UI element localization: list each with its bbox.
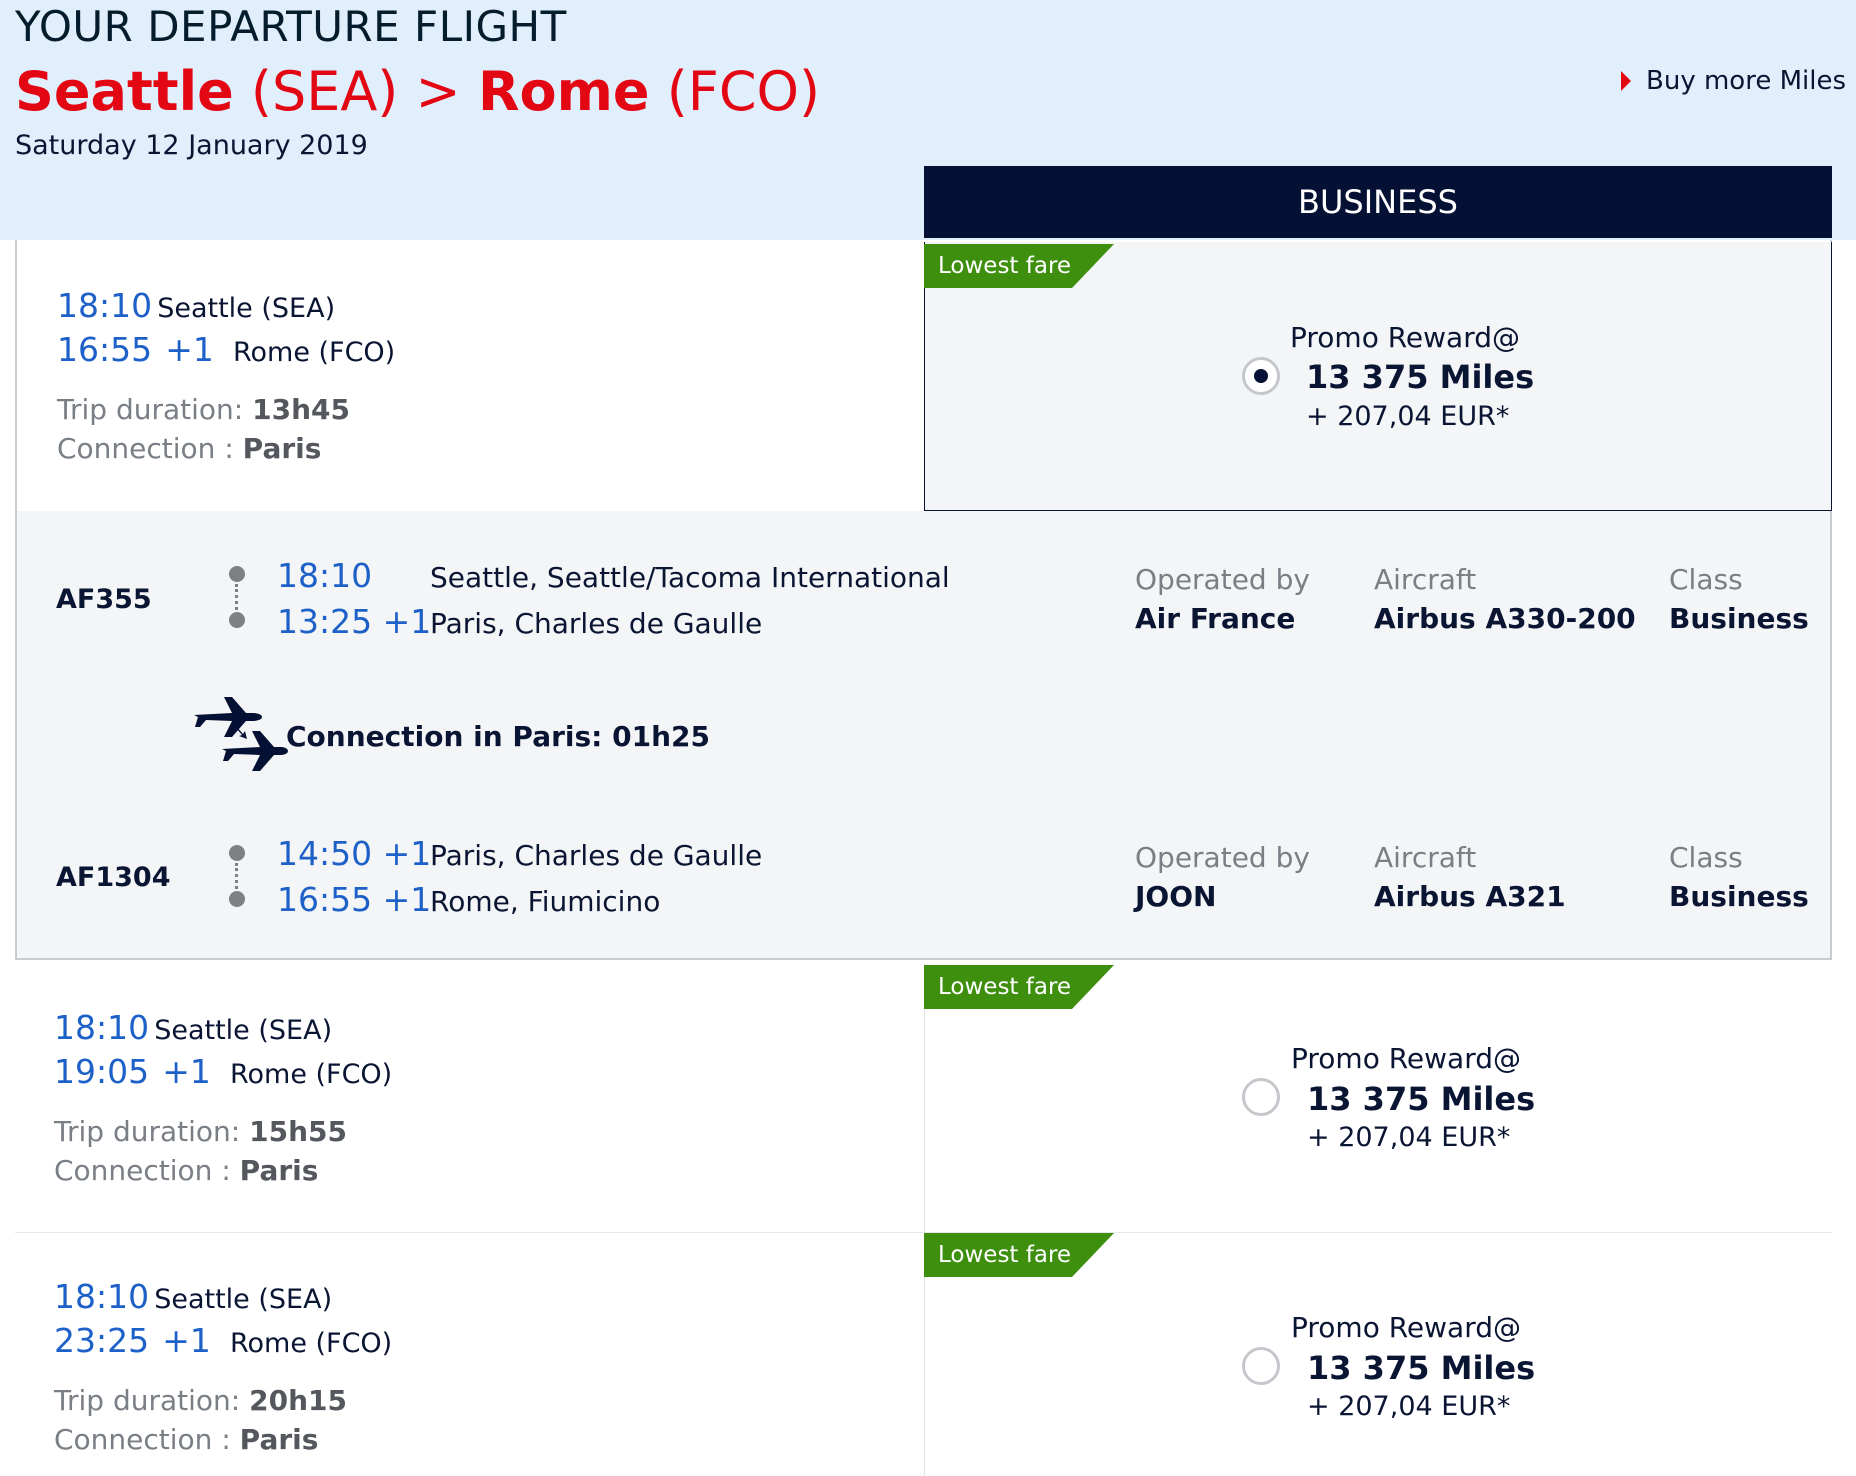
fare-miles: 13 375 Miles <box>1306 358 1535 396</box>
summary-departure: 18:10 Seattle (SEA) <box>57 286 335 325</box>
arrival-dot <box>229 612 245 628</box>
buy-more-miles-label: Buy more Miles <box>1646 66 1847 96</box>
lowest-fare-badge: Lowest fare <box>924 965 1114 1009</box>
flight-number: AF355 <box>56 584 152 615</box>
class-label: Class <box>1669 563 1743 596</box>
arr-offset: +1 <box>162 1321 211 1360</box>
departure-dot <box>229 845 245 861</box>
trip-duration: Trip duration: 20h15 <box>54 1384 347 1417</box>
operated-by-value: Air France <box>1135 602 1296 635</box>
fare-price: + 207,04 EUR* <box>1307 1122 1511 1153</box>
fare-radio-2[interactable] <box>1242 1078 1280 1116</box>
segment-line <box>235 584 238 610</box>
trip-duration-value: 13h45 <box>252 393 350 426</box>
arrival-dot <box>229 891 245 907</box>
dep-time: 18:10 <box>54 1008 150 1047</box>
summary-arrival: 23:25 +1 Rome (FCO) <box>54 1321 392 1360</box>
dep-city: Seattle (SEA) <box>154 1015 333 1046</box>
connection-city: Paris <box>239 1423 319 1456</box>
departure-dot <box>229 566 245 582</box>
connection-summary: Connection : Paris <box>54 1423 319 1456</box>
summary-departure: 18:10 Seattle (SEA) <box>54 1277 332 1316</box>
fare-price: + 207,04 EUR* <box>1306 401 1510 432</box>
origin-city: Seattle <box>15 60 234 123</box>
fare-miles: 13 375 Miles <box>1307 1080 1536 1118</box>
fare-name: Promo Reward@ <box>1290 321 1521 354</box>
arr-city: Rome (FCO) <box>232 337 396 368</box>
fare-miles: 13 375 Miles <box>1307 1349 1536 1387</box>
segment-arr-place: Rome, Fiumicino <box>430 885 661 918</box>
dep-time: 18:10 <box>57 286 153 325</box>
class-label: Class <box>1669 841 1743 874</box>
segment-dep-time: 14:50 +1 <box>277 834 432 873</box>
segment-line <box>235 863 238 889</box>
trip-duration-value: 20h15 <box>249 1384 347 1417</box>
aircraft-label: Aircraft <box>1374 563 1477 596</box>
arr-offset: +1 <box>165 330 214 369</box>
trip-duration: Trip duration: 15h55 <box>54 1115 347 1148</box>
segment-arr-time: 16:55 +1 <box>277 880 432 919</box>
origin-code: (SEA) <box>250 60 399 123</box>
aircraft-value: Airbus A321 <box>1374 880 1566 913</box>
arr-city: Rome (FCO) <box>229 1059 393 1090</box>
class-value: Business <box>1669 602 1809 635</box>
fare-name: Promo Reward@ <box>1291 1042 1522 1075</box>
arr-time: 16:55 <box>57 330 153 369</box>
segment-dep-time: 18:10 <box>277 556 373 595</box>
connection-city: Paris <box>242 432 322 465</box>
summary-arrival: 16:55 +1 Rome (FCO) <box>57 330 395 369</box>
arr-offset: +1 <box>162 1052 211 1091</box>
aircraft-label: Aircraft <box>1374 841 1477 874</box>
fare-name: Promo Reward@ <box>1291 1311 1522 1344</box>
aircraft-value: Airbus A330-200 <box>1374 602 1636 635</box>
connection-summary: Connection : Paris <box>54 1154 319 1187</box>
dep-time: 18:10 <box>54 1277 150 1316</box>
operated-by-label: Operated by <box>1135 563 1310 596</box>
class-value: Business <box>1669 880 1809 913</box>
dest-city: Rome <box>477 60 650 123</box>
trip-duration-value: 15h55 <box>249 1115 347 1148</box>
connection-city: Paris <box>239 1154 319 1187</box>
fare-price: + 207,04 EUR* <box>1307 1391 1511 1422</box>
lowest-fare-badge: Lowest fare <box>924 1233 1114 1277</box>
summary-arrival: 19:05 +1 Rome (FCO) <box>54 1052 392 1091</box>
segment-dep-place: Seattle, Seattle/Tacoma International <box>430 561 950 594</box>
page-title: YOUR DEPARTURE FLIGHT <box>15 2 567 51</box>
fare-radio-1[interactable] <box>1242 357 1280 395</box>
segment-dep-place: Paris, Charles de Gaulle <box>430 839 763 872</box>
operated-by-value: JOON <box>1135 880 1217 913</box>
plane-connection-icon <box>194 697 288 771</box>
route-title: Seattle (SEA) > Rome (FCO) <box>15 60 820 123</box>
segment-arr-time: 13:25 +1 <box>277 602 432 641</box>
fare-radio-3[interactable] <box>1242 1347 1280 1385</box>
route-separator: > <box>415 60 461 123</box>
cabin-header: BUSINESS <box>924 166 1832 238</box>
arr-city: Rome (FCO) <box>229 1328 393 1359</box>
summary-departure: 18:10 Seattle (SEA) <box>54 1008 332 1047</box>
dep-city: Seattle (SEA) <box>154 1284 333 1315</box>
connection-summary: Connection : Paris <box>57 432 322 465</box>
flight-number: AF1304 <box>56 862 171 893</box>
arr-time: 19:05 <box>54 1052 150 1091</box>
dest-code: (FCO) <box>666 60 821 123</box>
operated-by-label: Operated by <box>1135 841 1310 874</box>
dep-city: Seattle (SEA) <box>157 293 336 324</box>
departure-date: Saturday 12 January 2019 <box>15 130 368 161</box>
segment-arr-place: Paris, Charles de Gaulle <box>430 607 763 640</box>
arr-time: 23:25 <box>54 1321 150 1360</box>
connection-info: Connection in Paris: 01h25 <box>286 720 710 753</box>
trip-duration: Trip duration: 13h45 <box>57 393 350 426</box>
chevron-right-icon <box>1621 71 1631 91</box>
buy-more-miles-link[interactable]: Buy more Miles <box>1620 66 1846 96</box>
lowest-fare-badge: Lowest fare <box>924 244 1114 288</box>
